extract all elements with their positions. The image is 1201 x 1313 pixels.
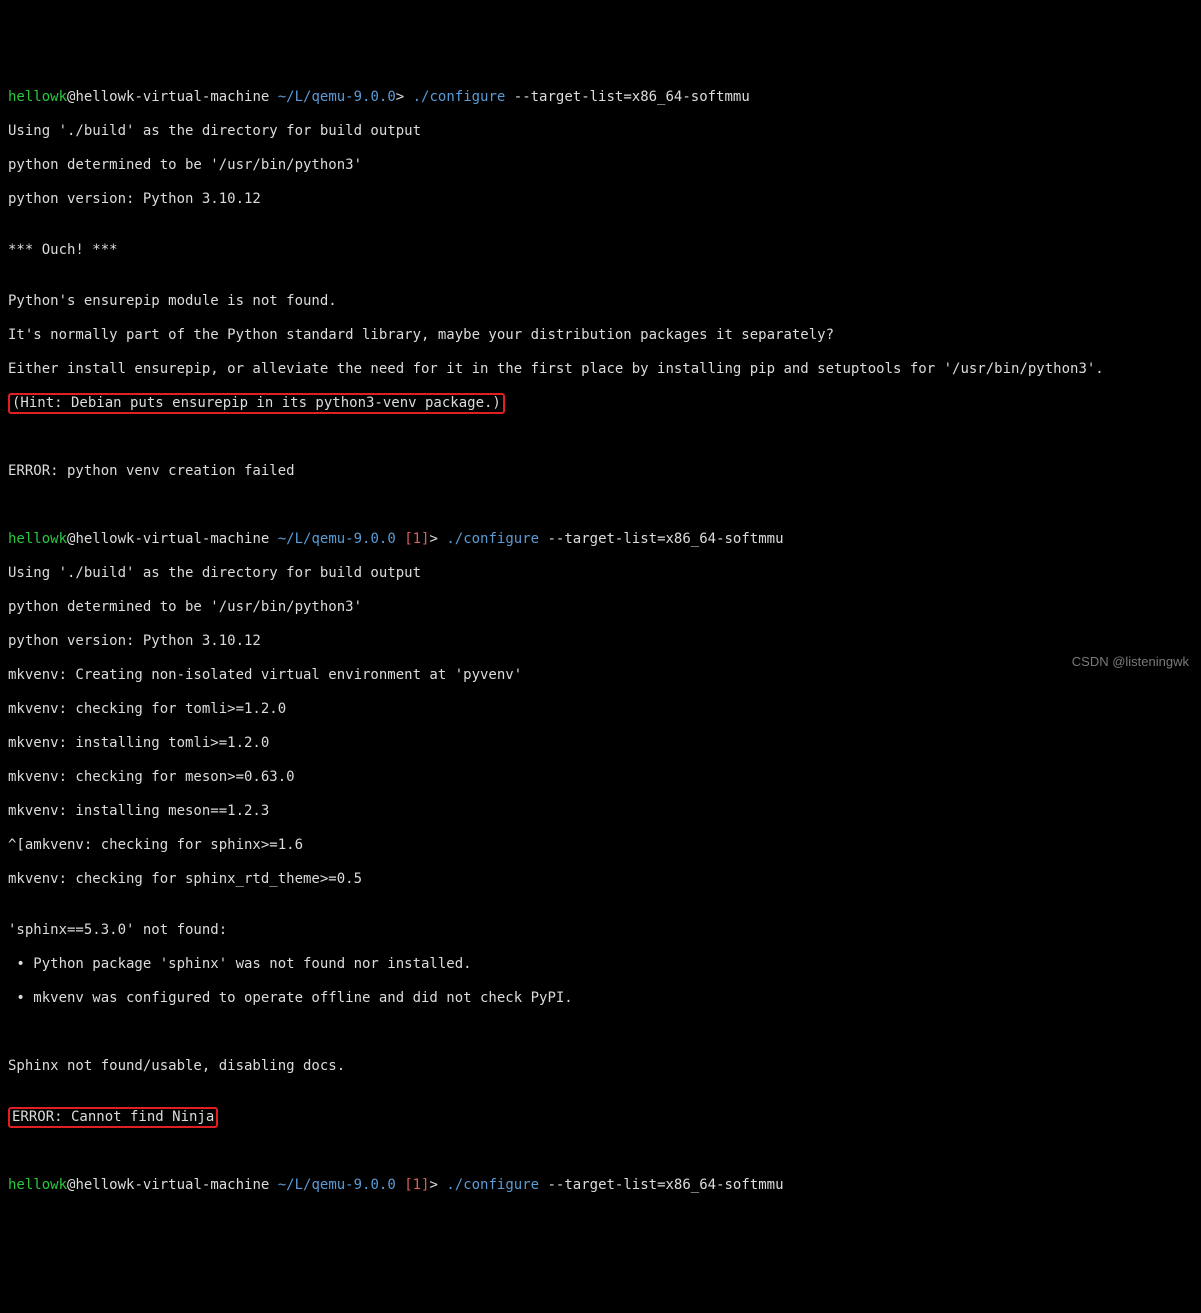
output-line: • Python package 'sphinx' was not found … [8, 956, 1193, 973]
output-line-hint: (Hint: Debian puts ensurepip in its pyth… [8, 395, 1193, 412]
output-line: Sphinx not found/usable, disabling docs. [8, 1058, 1193, 1075]
command[interactable]: ./configure [446, 1177, 539, 1193]
prompt-exitcode: [1] [404, 1177, 429, 1193]
output-line: mkvenv: installing meson==1.2.3 [8, 803, 1193, 820]
output-line: mkvenv: installing tomli>=1.2.0 [8, 735, 1193, 752]
command-args: --target-list=x86_64-softmmu [505, 89, 749, 105]
output-line: Using './build' as the directory for bui… [8, 123, 1193, 140]
command[interactable]: ./configure [413, 89, 506, 105]
output-line: Either install ensurepip, or alleviate t… [8, 361, 1193, 378]
prompt-host: hellowk-virtual-machine [75, 1177, 269, 1193]
prompt-line-3: hellowk@hellowk-virtual-machine ~/L/qemu… [8, 1177, 1193, 1194]
prompt-user: hellowk [8, 1177, 67, 1193]
prompt-line-2: hellowk@hellowk-virtual-machine ~/L/qemu… [8, 531, 1193, 548]
prompt-gt: > [396, 89, 413, 105]
output-line: mkvenv: Creating non-isolated virtual en… [8, 667, 1193, 684]
prompt-path: ~/L/qemu-9.0.0 [269, 1177, 404, 1193]
prompt-host: hellowk-virtual-machine [75, 531, 269, 547]
prompt-at: @ [67, 1177, 75, 1193]
output-line: python determined to be '/usr/bin/python… [8, 599, 1193, 616]
highlight-box: ERROR: Cannot find Ninja [8, 1107, 218, 1128]
prompt-user: hellowk [8, 89, 67, 105]
output-line: Python's ensurepip module is not found. [8, 293, 1193, 310]
output-line: python version: Python 3.10.12 [8, 191, 1193, 208]
output-line: python version: Python 3.10.12 [8, 633, 1193, 650]
output-line: It's normally part of the Python standar… [8, 327, 1193, 344]
prompt-host: hellowk-virtual-machine [75, 89, 269, 105]
output-error: ERROR: python venv creation failed [8, 463, 1193, 480]
prompt-user: hellowk [8, 531, 67, 547]
output-line: Using './build' as the directory for bui… [8, 565, 1193, 582]
output-line: 'sphinx==5.3.0' not found: [8, 922, 1193, 939]
output-error-ninja: ERROR: Cannot find Ninja [8, 1109, 1193, 1126]
command-args: --target-list=x86_64-softmmu [539, 531, 783, 547]
output-line: ^[amkvenv: checking for sphinx>=1.6 [8, 837, 1193, 854]
watermark: CSDN @listeningwk [1072, 653, 1189, 670]
command-args: --target-list=x86_64-softmmu [539, 1177, 783, 1193]
output-line: • mkvenv was configured to operate offli… [8, 990, 1193, 1007]
output-line: mkvenv: checking for meson>=0.63.0 [8, 769, 1193, 786]
output-line: python determined to be '/usr/bin/python… [8, 157, 1193, 174]
prompt-path: ~/L/qemu-9.0.0 [269, 531, 404, 547]
prompt-gt: > [429, 531, 446, 547]
prompt-path: ~/L/qemu-9.0.0 [269, 89, 395, 105]
prompt-exitcode: [1] [404, 531, 429, 547]
command[interactable]: ./configure [446, 531, 539, 547]
prompt-line-1: hellowk@hellowk-virtual-machine ~/L/qemu… [8, 89, 1193, 106]
output-line: mkvenv: checking for tomli>=1.2.0 [8, 701, 1193, 718]
output-line: mkvenv: checking for sphinx_rtd_theme>=0… [8, 871, 1193, 888]
prompt-gt: > [429, 1177, 446, 1193]
highlight-box: (Hint: Debian puts ensurepip in its pyth… [8, 393, 505, 414]
output-line: *** Ouch! *** [8, 242, 1193, 259]
